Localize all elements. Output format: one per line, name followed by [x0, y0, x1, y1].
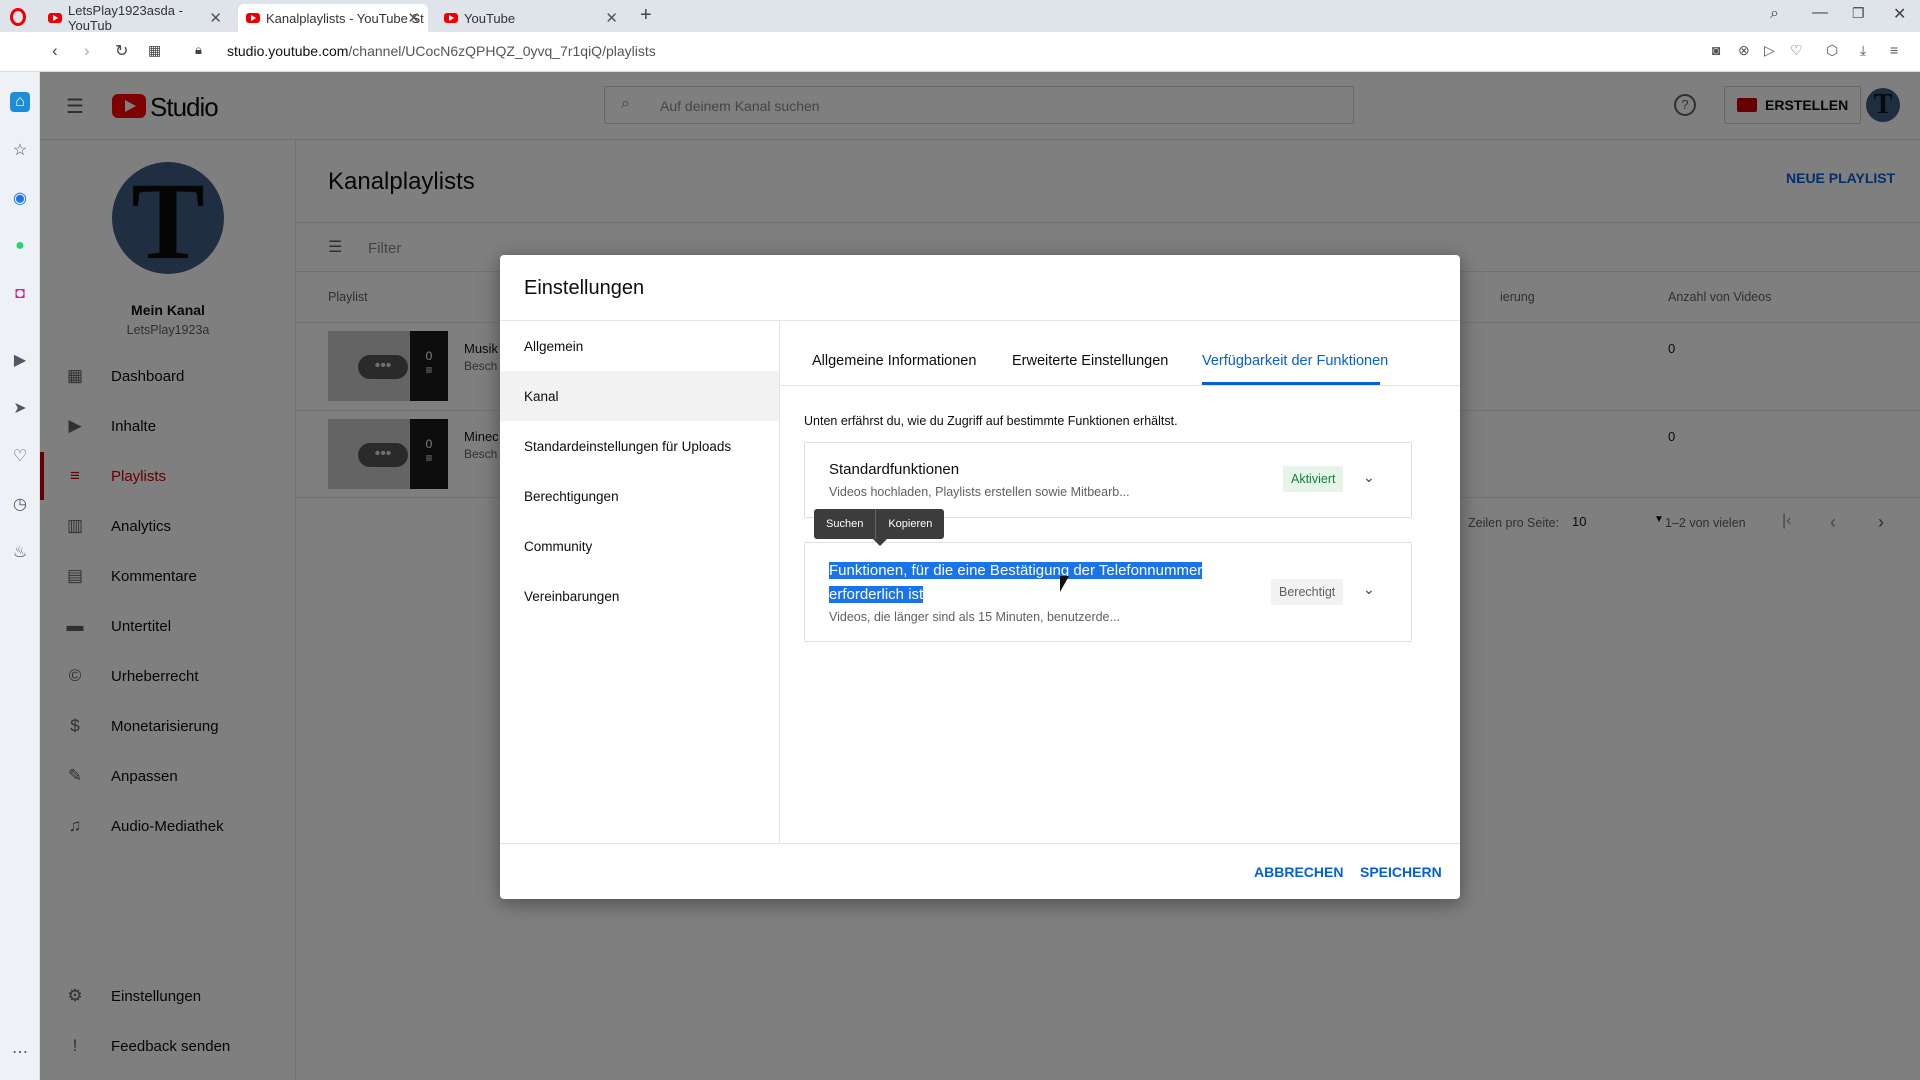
heart-icon[interactable]: ♡: [10, 446, 30, 466]
close-tab-icon[interactable]: ✕: [605, 9, 618, 27]
settings-content: Allgemeine Informationen Erweiterte Eins…: [780, 320, 1460, 843]
card-title: Funktionen, für die eine Bestätigung der…: [829, 559, 1203, 607]
settings-menu-berechtigungen[interactable]: Berechtigungen: [500, 471, 779, 521]
chevron-down-icon[interactable]: ⌄: [1363, 469, 1377, 485]
popup-arrow: [873, 539, 887, 546]
close-tab-icon[interactable]: ✕: [407, 9, 420, 27]
menu-label: Kanal: [524, 388, 559, 404]
heart-icon[interactable]: ♡: [1790, 42, 1803, 59]
menu-label: Berechtigungen: [524, 488, 619, 504]
address-bar: ‹ › ↻ ▦ 🔒︎ studio.youtube.com/channel/UC…: [0, 32, 1920, 72]
card-subtitle: Videos, die länger sind als 15 Minuten, …: [829, 610, 1120, 624]
tab-title: YouTube: [464, 10, 516, 26]
url-path: /channel/UCocN6zQPHQZ_0yvq_7r1qiQ/playli…: [348, 43, 656, 59]
settings-menu-kanal[interactable]: Kanal: [500, 371, 779, 421]
close-tab-icon[interactable]: ✕: [209, 9, 222, 27]
feature-card-phone[interactable]: Funktionen, für die eine Bestätigung der…: [804, 542, 1412, 642]
browser-tab-active[interactable]: Kanalplaylists - YouTube St ✕: [238, 4, 428, 32]
whatsapp-icon[interactable]: ●: [10, 236, 30, 256]
tab-title: LetsPlay1923asda - YouTub: [67, 3, 183, 33]
star-icon[interactable]: ☆: [10, 140, 30, 160]
dialog-footer: ABBRECHEN SPEICHERN: [500, 843, 1460, 899]
search-tabs-icon[interactable]: ⌕: [1770, 5, 1779, 23]
more-icon[interactable]: ⋯: [10, 1042, 30, 1062]
camera-icon[interactable]: ◙: [1712, 42, 1720, 58]
card-title: Standardfunktionen: [829, 461, 960, 478]
minimize-icon[interactable]: —: [1812, 4, 1828, 22]
status-badge: Berechtigt: [1271, 579, 1344, 605]
menu-icon[interactable]: ≡: [1890, 42, 1898, 58]
intro-text: Unten erfährst du, wie du Zugriff auf be…: [804, 414, 1178, 428]
reload-icon[interactable]: ↻: [115, 41, 128, 61]
search-selection-button[interactable]: Suchen: [814, 509, 875, 539]
url-host: studio.youtube.com: [227, 43, 349, 59]
instagram-icon[interactable]: ◘: [10, 284, 30, 304]
settings-menu-community[interactable]: Community: [500, 521, 779, 571]
settings-dialog: Einstellungen Allgemein Kanal Standardei…: [500, 255, 1460, 899]
url-field[interactable]: studio.youtube.com/channel/UCocN6zQPHQZ_…: [227, 43, 656, 59]
menu-label: Standardeinstellungen für Uploads: [524, 438, 732, 454]
bulb-icon[interactable]: ♨: [10, 542, 30, 562]
tabs-divider: [780, 385, 1460, 386]
forward-icon[interactable]: ›: [84, 41, 90, 61]
card-title-line2: erforderlich ist: [829, 586, 924, 603]
history-icon[interactable]: ◷: [10, 494, 30, 514]
adblock-icon[interactable]: ⊗: [1738, 42, 1750, 59]
dialog-title: Einstellungen: [524, 277, 645, 299]
youtube-favicon-icon: [48, 13, 62, 23]
youtube-favicon-icon: [246, 13, 260, 23]
chevron-down-icon[interactable]: ⌄: [1363, 581, 1377, 597]
copy-selection-button[interactable]: Kopieren: [876, 509, 944, 539]
text-selection-popup: Suchen Kopieren: [814, 509, 945, 539]
extensions-icon[interactable]: ⬡: [1826, 42, 1838, 59]
youtube-favicon-icon: [444, 13, 458, 23]
download-icon[interactable]: ⤓: [1860, 42, 1866, 59]
browser-tab[interactable]: LetsPlay1923asda - YouTub ✕: [40, 3, 230, 33]
card-title-line1: Funktionen, für die eine Bestätigung der…: [829, 562, 1203, 579]
tab-allgemeine-informationen[interactable]: Allgemeine Informationen: [812, 353, 976, 369]
back-icon[interactable]: ‹: [52, 41, 58, 61]
feature-card-standard[interactable]: Standardfunktionen Videos hochladen, Pla…: [804, 442, 1412, 518]
browser-tab-bar: LetsPlay1923asda - YouTub ✕ Kanalplaylis…: [0, 0, 1920, 33]
opera-logo-icon[interactable]: [10, 8, 26, 26]
close-window-icon[interactable]: ✕: [1893, 4, 1906, 24]
settings-menu-vereinbarungen[interactable]: Vereinbarungen: [500, 571, 779, 621]
cancel-button[interactable]: ABBRECHEN: [1254, 864, 1343, 880]
maximize-icon[interactable]: ❐: [1852, 5, 1865, 22]
settings-menu-upload-defaults[interactable]: Standardeinstellungen für Uploads: [500, 421, 779, 471]
card-subtitle: Videos hochladen, Playlists erstellen so…: [829, 485, 1130, 499]
browser-tab[interactable]: YouTube ✕: [436, 4, 626, 32]
player-icon[interactable]: ▶: [10, 350, 30, 370]
new-tab-icon[interactable]: +: [640, 4, 652, 27]
tab-title: Kanalplaylists - YouTube St: [266, 10, 424, 26]
status-badge: Aktiviert: [1283, 466, 1344, 492]
send-icon[interactable]: ➤: [10, 398, 30, 418]
mouse-cursor-icon: [1060, 576, 1069, 592]
menu-label: Allgemein: [524, 338, 584, 354]
messenger-icon[interactable]: ◉: [10, 188, 30, 208]
menu-label: Vereinbarungen: [524, 588, 620, 604]
menu-label: Community: [524, 538, 593, 554]
browser-sidebar: ⌂ ☆ ◉ ● ◘ ▶ ➤ ♡ ◷ ♨ ⋯: [0, 72, 40, 1080]
tab-erweiterte-einstellungen[interactable]: Erweiterte Einstellungen: [1012, 353, 1168, 369]
tab-verfuegbarkeit[interactable]: Verfügbarkeit der Funktionen: [1202, 353, 1388, 369]
settings-menu-allgemein[interactable]: Allgemein: [500, 321, 779, 371]
settings-menu: Allgemein Kanal Standardeinstellungen fü…: [500, 320, 780, 843]
speed-dial-icon[interactable]: ▦: [148, 42, 161, 59]
send-icon[interactable]: ▷: [1764, 42, 1775, 59]
save-button[interactable]: SPEICHERN: [1360, 864, 1442, 880]
home-icon[interactable]: ⌂: [10, 92, 30, 112]
lock-icon[interactable]: 🔒︎: [195, 42, 202, 58]
